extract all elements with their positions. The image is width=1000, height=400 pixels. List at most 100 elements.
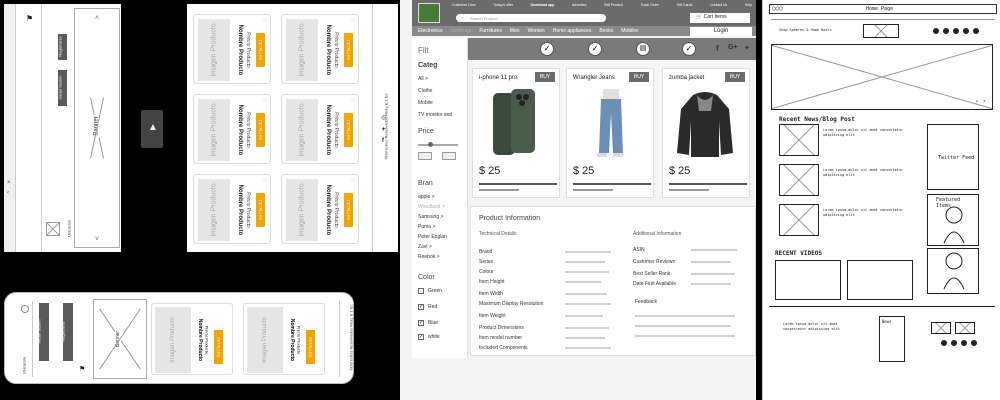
category-tab[interactable]: Women [528,28,545,34]
slide-dot[interactable] [973,28,979,34]
login-button[interactable]: Login [690,27,752,36]
social-dot[interactable] [951,340,957,346]
cart-button[interactable]: 🛒 Cart Items [690,13,750,23]
close-icon[interactable]: × [7,180,11,186]
search-input[interactable]: ⌕ Search Product [456,14,606,22]
heart-icon[interactable]: ♡ [262,178,267,185]
details-button[interactable]: DETALLES [306,330,315,364]
heart-icon[interactable]: ♡ [262,18,267,25]
brand-filter-item[interactable]: Samsung > [418,214,443,220]
top-link[interactable]: Contact Us [710,3,727,9]
register-button[interactable]: Registrarse [61,303,73,361]
social-dot[interactable] [961,340,967,346]
price-min-input[interactable] [418,152,432,160]
brand-filter-item[interactable]: Peter Englan [418,234,447,240]
window-controls-icon[interactable]: ○○○ [772,5,783,12]
menu-dots-icon[interactable] [21,305,29,313]
facebook-icon[interactable]: f [716,44,719,53]
brand-filter-item[interactable]: Woodland > [418,204,445,210]
top-link[interactable]: Track Order [641,3,660,9]
heart-icon[interactable]: ♡ [350,98,355,105]
check-icon[interactable]: ✓ [540,42,554,56]
brand-filter-item[interactable]: Zavi > [418,244,432,250]
featured-item[interactable] [927,248,979,294]
product-card[interactable]: Imagen Producto Nombre Producto Precio P… [281,174,359,244]
buy-button[interactable]: BUY [629,72,649,82]
login-button[interactable]: Iniciar Sesion [37,303,49,361]
register-button[interactable]: Registrarse [58,34,67,60]
product-card[interactable]: Imagen Producto Nombre Producto Precio P… [281,14,359,84]
details-button[interactable]: DETALLES [344,33,353,67]
product-card[interactable]: Imagen Producto Nombre Producto Precio P… [193,14,271,84]
product-card[interactable]: zumba jacket BUY $ 25 [662,68,750,198]
details-button[interactable]: DETALLES [256,113,265,147]
category-tab[interactable]: Electronics [418,28,442,34]
brand-filter-item[interactable]: Reebok > [418,254,440,260]
brand-filter-item[interactable]: apple > [418,194,435,200]
product-card[interactable]: Imagen Producto Nombre Producto Precio P… [243,303,325,375]
top-link[interactable]: Help [745,3,752,9]
video-thumbnail[interactable] [847,260,913,300]
top-link[interactable]: Sell Product [604,3,623,9]
product-card[interactable]: Imagen Producto Nombre Producto Precio P… [281,94,359,164]
back-icon[interactable]: ‹ [7,190,9,196]
category-tab[interactable]: Books [599,28,613,34]
chevron-down-icon[interactable]: ˅ [95,236,99,243]
check-icon[interactable]: ✓ [588,42,602,56]
social-dot[interactable] [941,340,947,346]
heart-icon[interactable]: ♡ [350,178,355,185]
card-icon[interactable]: ▤ [636,42,650,56]
category-filter-item[interactable]: Mobile [418,100,433,106]
top-link[interactable]: Gift Cards [677,3,693,9]
heart-icon[interactable]: ♡ [350,18,355,25]
category-tab[interactable]: Mobiles [621,28,638,34]
slide-dot[interactable] [933,28,939,34]
login-button[interactable]: Iniciar Sesion [58,70,67,106]
category-filter-item[interactable]: All > [418,76,428,82]
check-icon[interactable]: ✓ [682,42,696,56]
product-card[interactable]: Imagen Producto Nombre Producto Precio P… [193,94,271,164]
details-button[interactable]: DETALLES [344,113,353,147]
slide-dot[interactable] [953,28,959,34]
details-button[interactable]: DETALLES [344,193,353,227]
details-button[interactable]: DETALLES [256,33,265,67]
top-link[interactable]: Advertise [572,3,587,9]
color-checkbox-white[interactable]: ✓ [418,334,424,340]
brand-filter-item[interactable]: Puma > [418,224,435,230]
product-card[interactable]: i-phone 11 pro BUY $ 25 [472,68,560,198]
category-tab[interactable]: Furnitures [479,28,502,34]
top-link[interactable]: Customer Care [452,3,476,9]
category-tab[interactable]: Clothings [450,28,471,34]
buy-button[interactable]: BUY [725,72,745,82]
slide-dot[interactable] [943,28,949,34]
google-plus-icon[interactable]: G+ [728,44,738,51]
social-dot[interactable] [971,340,977,346]
category-filter-item[interactable]: TV monitor and [418,112,452,118]
video-thumbnail[interactable] [775,260,841,300]
slide-dot[interactable] [963,28,969,34]
url-bar[interactable] [771,16,995,20]
top-link[interactable]: Download app [531,3,555,9]
heart-icon[interactable]: ♡ [262,98,267,105]
buy-button[interactable]: BUY [535,72,555,82]
color-checkbox-red[interactable]: ✓ [418,304,424,310]
play-button[interactable]: ▲ [141,110,163,148]
color-checkbox-blue[interactable]: ✓ [418,320,424,326]
category-tab[interactable]: Men [510,28,520,34]
details-button[interactable]: DETALLES [256,193,265,227]
price-slider[interactable] [418,142,458,147]
category-tab[interactable]: Home appliances [553,28,592,34]
category-filter-item[interactable]: Clothe [418,88,432,94]
product-card[interactable]: Imagen Producto Nombre Producto Precio P… [193,174,271,244]
featured-item[interactable]: Featured Items [927,194,979,246]
product-card[interactable]: Wrangler Jeans BUY $ 25 [566,68,654,198]
chevron-up-icon[interactable]: ˄ [95,15,99,22]
details-button[interactable]: DETALLES [214,330,223,364]
color-checkbox-green[interactable] [418,288,424,294]
product-card[interactable]: Imagen Producto Nombre Producto Precio P… [151,303,233,375]
price-slider-handle[interactable] [428,142,433,147]
carousel-arrows-icon[interactable]: ‹ › [975,98,986,105]
top-link[interactable]: Today's offer [493,3,513,9]
twitter-icon[interactable]: ✦ [744,44,750,52]
price-max-input[interactable] [442,152,456,160]
